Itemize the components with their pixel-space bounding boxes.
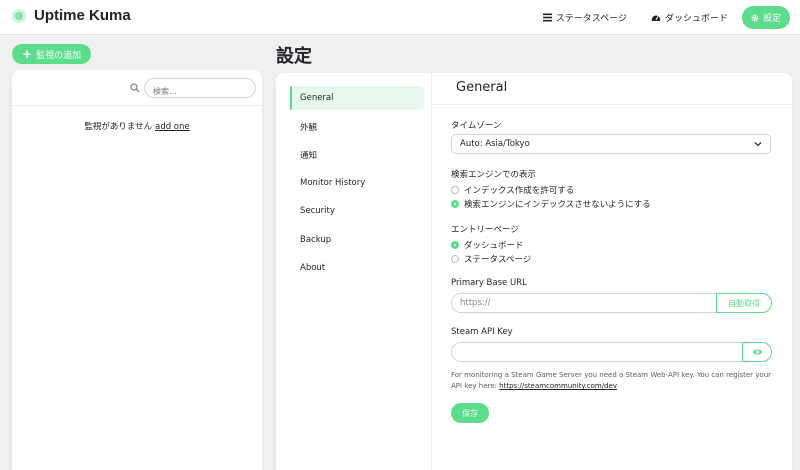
- monitor-list-header: [12, 70, 262, 106]
- steam-api-key-input[interactable]: [451, 342, 742, 362]
- steam-api-key-label: Steam API Key: [451, 327, 513, 337]
- add-monitor-button[interactable]: + 監視の追加: [12, 44, 92, 64]
- allow-index-label: インデックス作成を許可する: [464, 186, 575, 196]
- search-icon: [130, 83, 140, 93]
- auto-get-button[interactable]: 自動取得: [716, 293, 772, 313]
- timezone-value: Auto: Asia/Tokyo: [460, 139, 530, 149]
- menu-item-security[interactable]: Security: [290, 199, 424, 223]
- radio-entry-dashboard[interactable]: [451, 241, 459, 249]
- steam-help-text: For monitoring a Steam Game Server you n…: [451, 370, 776, 392]
- uptime-kuma-logo-icon: [12, 8, 26, 23]
- timezone-select[interactable]: Auto: Asia/Tokyo: [451, 134, 771, 154]
- list-icon: [542, 13, 552, 22]
- chevron-down-icon: [754, 142, 762, 147]
- plus-icon: +: [22, 47, 33, 61]
- top-header: Uptime Kuma ステータスページ ダッシュボード 設定: [0, 0, 800, 35]
- dashboard-link[interactable]: ダッシュボード: [643, 7, 736, 28]
- search-engine-label: 検索エンジンでの表示: [451, 170, 537, 180]
- base-url-input[interactable]: [451, 293, 716, 313]
- menu-item-about[interactable]: About: [290, 256, 424, 280]
- add-one-link[interactable]: add one: [155, 122, 190, 132]
- entry-page-label: エントリーページ: [451, 225, 519, 235]
- entry-status-label: ステータスページ: [464, 255, 532, 265]
- empty-monitor-message: 監視がありません add one: [12, 120, 262, 132]
- status-page-link[interactable]: ステータスページ: [535, 7, 635, 28]
- base-url-group: 自動取得: [451, 293, 772, 313]
- search-engine-allow-option[interactable]: インデックス作成を許可する: [451, 184, 574, 196]
- empty-text: 監視がありません: [84, 122, 153, 132]
- app-title: Uptime Kuma: [34, 7, 131, 24]
- page-title: 設定: [276, 46, 312, 67]
- steam-api-key-group: [451, 342, 772, 362]
- status-page-label: ステータスページ: [555, 14, 627, 24]
- general-settings-panel: General タイムゾーン Auto: Asia/Tokyo 検索エンジンでの…: [431, 73, 792, 470]
- entry-page-status-option[interactable]: ステータスページ: [451, 253, 531, 265]
- menu-item-notifications[interactable]: 通知: [290, 143, 424, 167]
- brand[interactable]: Uptime Kuma: [12, 7, 131, 24]
- settings-card: General 外観 通知 Monitor History Security B…: [276, 73, 792, 470]
- gauge-icon: [651, 15, 661, 21]
- search-input[interactable]: [145, 82, 255, 101]
- add-monitor-label: 監視の追加: [36, 50, 82, 61]
- show-key-button[interactable]: [742, 342, 772, 362]
- entry-page-dashboard-option[interactable]: ダッシュボード: [451, 239, 524, 251]
- eye-icon: [752, 349, 762, 355]
- radio-allow-index[interactable]: [451, 186, 459, 194]
- save-button[interactable]: 保存: [451, 403, 489, 423]
- deny-index-label: 検索エンジンにインデックスさせないようにする: [464, 200, 651, 210]
- dashboard-label: ダッシュボード: [664, 14, 728, 24]
- search-box: [144, 78, 256, 101]
- menu-item-appearance[interactable]: 外観: [290, 115, 424, 139]
- radio-entry-status[interactable]: [451, 255, 459, 263]
- timezone-label: タイムゾーン: [451, 121, 502, 131]
- entry-dashboard-label: ダッシュボード: [464, 241, 524, 251]
- settings-menu: General 外観 通知 Monitor History Security B…: [276, 73, 431, 470]
- menu-item-backup[interactable]: Backup: [290, 228, 424, 252]
- gear-icon: [751, 14, 759, 21]
- monitor-list-panel: 監視がありませんadd one: [12, 70, 262, 470]
- top-nav: ステータスページ ダッシュボード 設定: [527, 6, 790, 29]
- menu-item-general[interactable]: General: [290, 86, 424, 110]
- settings-label: 設定: [762, 14, 781, 24]
- section-header: General: [432, 73, 792, 105]
- menu-item-monitor-history[interactable]: Monitor History: [290, 171, 424, 195]
- section-title: General: [456, 80, 508, 95]
- steam-dev-link[interactable]: https://steamcommunity.com/dev: [499, 382, 617, 390]
- base-url-label: Primary Base URL: [451, 278, 527, 288]
- radio-deny-index[interactable]: [451, 200, 459, 208]
- settings-button[interactable]: 設定: [741, 6, 790, 29]
- search-engine-deny-option[interactable]: 検索エンジンにインデックスさせないようにする: [451, 198, 651, 210]
